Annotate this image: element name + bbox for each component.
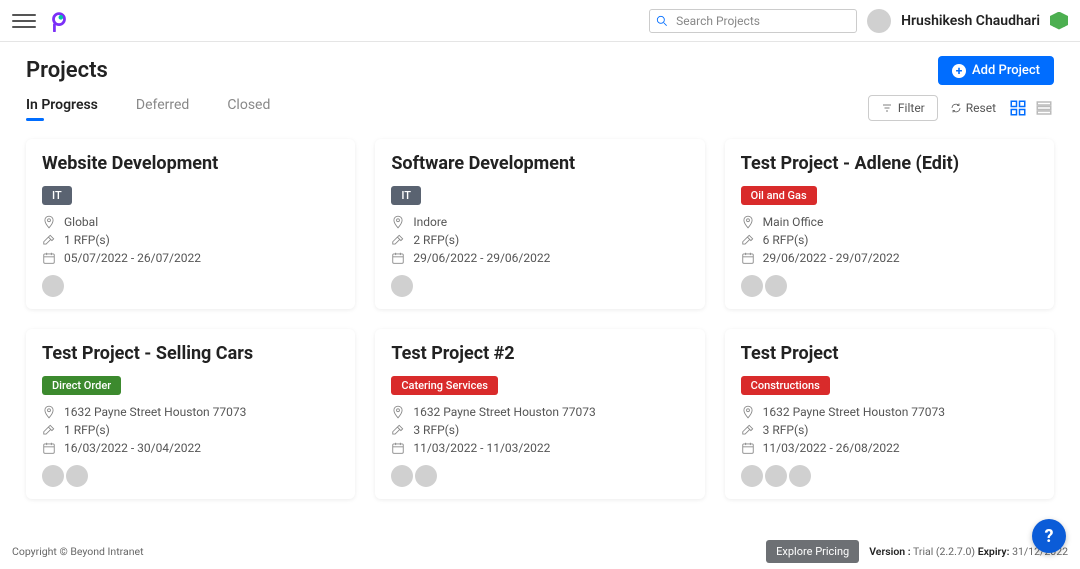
project-title: Test Project - Selling Cars [42, 343, 339, 364]
member-avatar [415, 465, 437, 487]
rfp-icon [391, 233, 405, 247]
calendar-icon [741, 251, 755, 265]
project-dates: 16/03/2022 - 30/04/2022 [42, 441, 339, 455]
project-card[interactable]: Test Project Constructions 1632 Payne Stre… [725, 329, 1054, 499]
project-dates: 11/03/2022 - 11/03/2022 [391, 441, 688, 455]
project-title: Test Project #2 [391, 343, 688, 364]
project-location: Main Office [741, 215, 1038, 229]
reset-button[interactable]: Reset [950, 101, 996, 115]
project-rfps: 3 RFP(s) [741, 423, 1038, 437]
calendar-icon [42, 441, 56, 455]
grid-view-button[interactable] [1008, 98, 1028, 118]
search-icon [655, 14, 669, 28]
project-tag: Catering Services [391, 376, 498, 395]
project-dates: 29/06/2022 - 29/06/2022 [391, 251, 688, 265]
rfp-icon [741, 233, 755, 247]
member-avatar [741, 275, 763, 297]
calendar-icon [391, 251, 405, 265]
rfp-icon [42, 233, 56, 247]
filter-label: Filter [898, 101, 925, 115]
location-icon [42, 405, 56, 419]
project-members [42, 275, 339, 297]
member-avatar [741, 465, 763, 487]
reset-label: Reset [966, 101, 996, 115]
tabs: In Progress Deferred Closed [26, 97, 270, 119]
explore-pricing-button[interactable]: Explore Pricing [766, 540, 859, 563]
help-button[interactable]: ? [1032, 519, 1066, 553]
rfp-icon [391, 423, 405, 437]
user-avatar[interactable] [867, 9, 891, 33]
project-title: Test Project [741, 343, 1038, 364]
project-title: Software Development [391, 153, 688, 174]
calendar-icon [42, 251, 56, 265]
project-location: 1632 Payne Street Houston 77073 [42, 405, 339, 419]
project-card[interactable]: Test Project #2 Catering Services 1632 Pay… [375, 329, 704, 499]
member-avatar [789, 465, 811, 487]
project-card[interactable]: Test Project - Adlene (Edit) Oil and Gas M… [725, 139, 1054, 309]
project-tag: IT [42, 186, 72, 205]
project-members [741, 465, 1038, 487]
search-box [649, 9, 857, 33]
project-tag: Direct Order [42, 376, 121, 395]
tab-in-progress[interactable]: In Progress [26, 97, 98, 119]
add-project-button[interactable]: + Add Project [938, 56, 1054, 85]
member-avatar [765, 465, 787, 487]
project-members [42, 465, 339, 487]
filter-icon [881, 102, 893, 114]
presence-badge [1050, 12, 1068, 30]
hamburger-menu[interactable] [12, 9, 36, 33]
member-avatar [66, 465, 88, 487]
project-card[interactable]: Software Development IT Indore 2 RFP(s) 29/0… [375, 139, 704, 309]
project-rfps: 1 RFP(s) [42, 423, 339, 437]
member-avatar [765, 275, 787, 297]
location-icon [391, 405, 405, 419]
project-location: 1632 Payne Street Houston 77073 [741, 405, 1038, 419]
rfp-icon [741, 423, 755, 437]
project-tag: IT [391, 186, 421, 205]
project-members [391, 465, 688, 487]
search-input[interactable] [649, 9, 857, 33]
user-name: Hrushikesh Chaudhari [901, 13, 1040, 29]
member-avatar [391, 465, 413, 487]
project-title: Website Development [42, 153, 339, 174]
project-location: Indore [391, 215, 688, 229]
project-rfps: 3 RFP(s) [391, 423, 688, 437]
location-icon [741, 405, 755, 419]
project-card[interactable]: Website Development IT Global 1 RFP(s) 05/07… [26, 139, 355, 309]
project-members [391, 275, 688, 297]
tab-deferred[interactable]: Deferred [136, 97, 189, 119]
project-dates: 05/07/2022 - 26/07/2022 [42, 251, 339, 265]
filter-button[interactable]: Filter [868, 95, 938, 121]
project-location: Global [42, 215, 339, 229]
project-rfps: 2 RFP(s) [391, 233, 688, 247]
project-card[interactable]: Test Project - Selling Cars Direct Order 1… [26, 329, 355, 499]
project-dates: 11/03/2022 - 26/08/2022 [741, 441, 1038, 455]
add-button-label: Add Project [972, 63, 1040, 78]
project-rfps: 6 RFP(s) [741, 233, 1038, 247]
location-icon [391, 215, 405, 229]
project-dates: 29/06/2022 - 29/07/2022 [741, 251, 1038, 265]
list-view-button[interactable] [1034, 98, 1054, 118]
footer-copyright: Copyright © Beyond Intranet [12, 545, 144, 558]
rfp-icon [42, 423, 56, 437]
projects-grid: Website Development IT Global 1 RFP(s) 05/07… [26, 139, 1054, 499]
location-icon [741, 215, 755, 229]
project-rfps: 1 RFP(s) [42, 233, 339, 247]
project-location: 1632 Payne Street Houston 77073 [391, 405, 688, 419]
project-tag: Constructions [741, 376, 830, 395]
app-logo[interactable] [48, 10, 70, 32]
calendar-icon [741, 441, 755, 455]
plus-icon: + [952, 64, 966, 78]
tab-closed[interactable]: Closed [227, 97, 270, 119]
member-avatar [391, 275, 413, 297]
member-avatar [42, 275, 64, 297]
project-title: Test Project - Adlene (Edit) [741, 153, 1038, 174]
member-avatar [42, 465, 64, 487]
project-tag: Oil and Gas [741, 186, 817, 205]
project-members [741, 275, 1038, 297]
location-icon [42, 215, 56, 229]
refresh-icon [950, 102, 962, 114]
calendar-icon [391, 441, 405, 455]
page-title: Projects [26, 58, 108, 83]
